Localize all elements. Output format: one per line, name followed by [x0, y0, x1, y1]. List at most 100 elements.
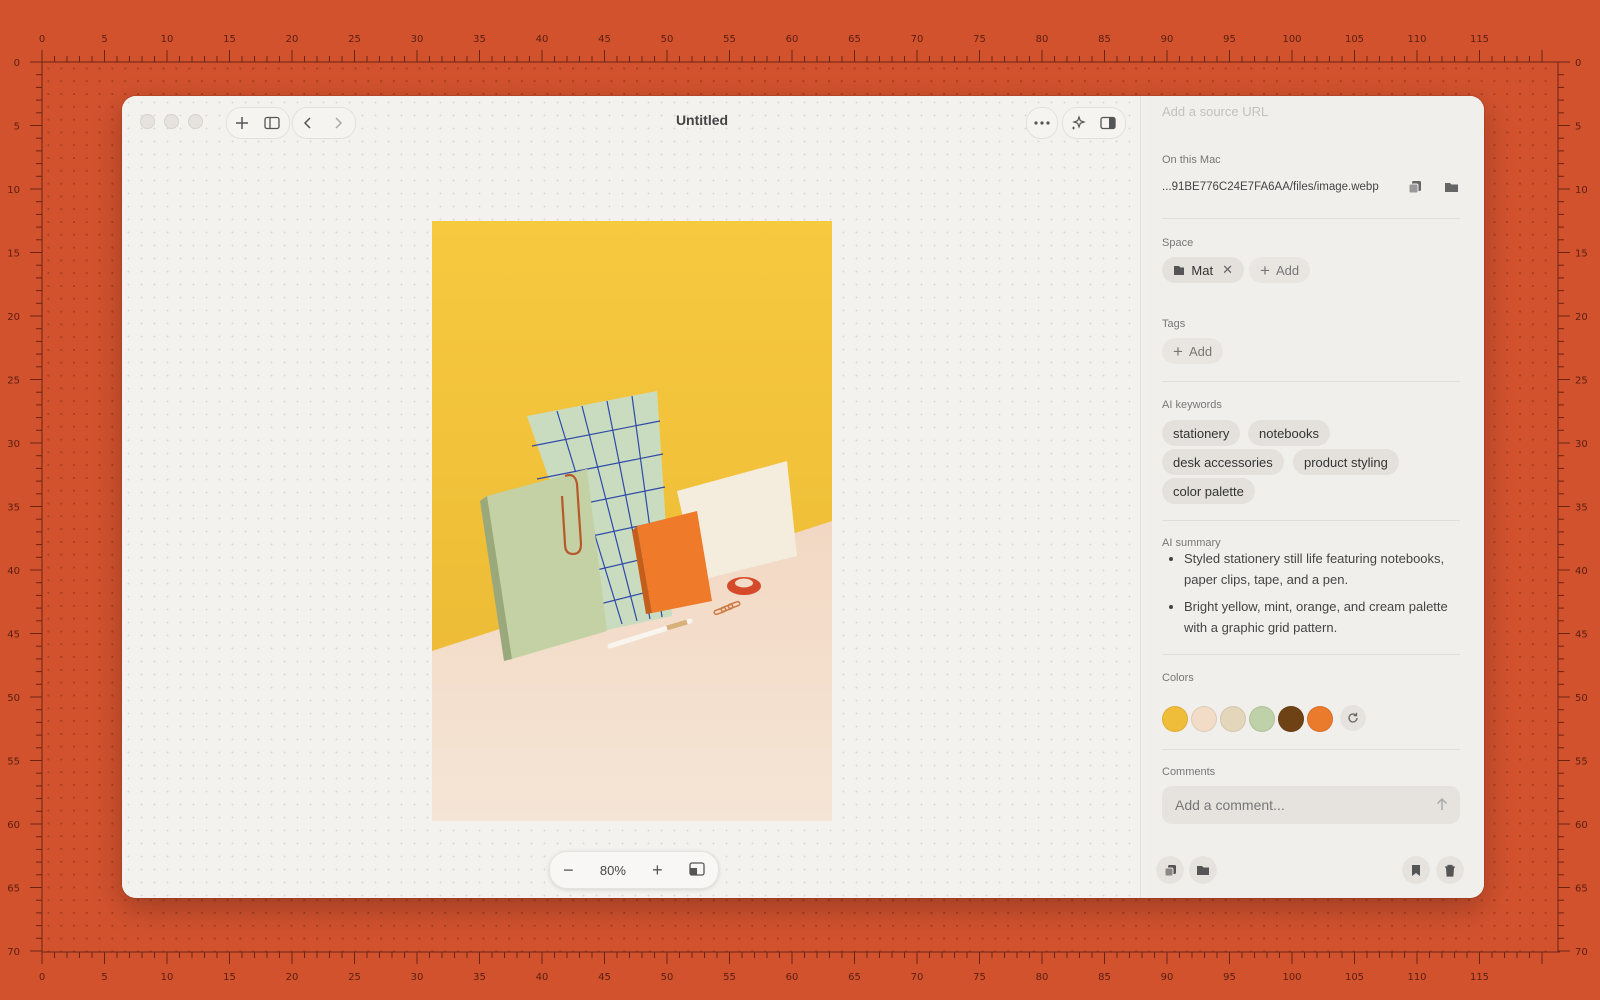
ruler-label: 5 [1575, 122, 1581, 133]
ruler-label: 20 [286, 34, 299, 45]
ruler-label: 55 [723, 972, 736, 983]
more-button[interactable] [1026, 107, 1058, 139]
ruler-label: 5 [101, 972, 107, 983]
space-chip[interactable]: Mat ✕ [1162, 257, 1244, 283]
ruler-label: 70 [1575, 947, 1588, 958]
ruler-label: 35 [473, 34, 486, 45]
keyword-chip[interactable]: stationery [1162, 420, 1241, 446]
source-url-input[interactable]: Add a source URL [1162, 104, 1268, 119]
fit-to-screen-icon[interactable] [689, 861, 705, 879]
ruler-label: 40 [536, 972, 549, 983]
ruler-label: 90 [1161, 34, 1174, 45]
bookmark-icon[interactable] [1402, 856, 1430, 884]
copy-icon[interactable] [1156, 856, 1184, 884]
space-chip-label: Mat [1191, 262, 1214, 278]
ruler-label: 65 [1575, 884, 1588, 895]
stationery-photo-svg [432, 221, 832, 821]
trash-icon[interactable] [1436, 856, 1464, 884]
reveal-folder-icon[interactable] [1444, 180, 1459, 198]
ruler-label: 65 [848, 34, 861, 45]
ruler-label: 60 [786, 972, 799, 983]
ruler-label: 0 [1575, 58, 1581, 69]
ruler-label: 75 [973, 972, 986, 983]
color-swatch[interactable] [1191, 706, 1217, 732]
ruler-label: 85 [1098, 972, 1111, 983]
ruler-label: 25 [7, 376, 20, 387]
inspector-panel: Add a source URL On this Mac ...91BE776C… [1146, 96, 1484, 898]
ruler-label: 30 [411, 972, 424, 983]
toolbar: Untitled [122, 96, 1140, 148]
ruler-label: 80 [1036, 972, 1049, 983]
ellipsis-icon [1027, 108, 1057, 138]
keyword-chip[interactable]: product styling [1293, 449, 1399, 475]
tags-label: Tags [1162, 318, 1186, 330]
add-tag-button[interactable]: + Add [1162, 338, 1224, 364]
ruler-label: 25 [1575, 376, 1588, 387]
ruler-label: 105 [1345, 34, 1364, 45]
divider [1162, 749, 1460, 750]
divider [1162, 218, 1460, 219]
ruler-label: 10 [1575, 185, 1588, 196]
refresh-colors-icon[interactable] [1340, 705, 1366, 731]
ruler-label: 105 [1345, 972, 1364, 983]
ruler-label: 20 [7, 312, 20, 323]
ruler-label: 30 [411, 34, 424, 45]
remove-space-icon[interactable]: ✕ [1222, 262, 1233, 278]
comment-field[interactable]: Add a comment... [1162, 786, 1460, 824]
right-tools-group [1062, 107, 1126, 139]
ruler-label: 10 [7, 185, 20, 196]
image-canvas[interactable]: Untitled − 80% + [122, 96, 1141, 898]
ruler-label: 10 [161, 972, 174, 983]
keyword-chip[interactable]: color palette [1162, 478, 1255, 504]
folder-icon [1174, 266, 1185, 275]
ruler-label: 115 [1470, 34, 1489, 45]
folder-icon[interactable] [1189, 856, 1217, 884]
color-swatch[interactable] [1220, 706, 1246, 732]
ruler-label: 35 [1575, 503, 1588, 514]
keyword-chip[interactable]: notebooks [1248, 420, 1330, 446]
keyword-chip[interactable]: desk accessories [1162, 449, 1284, 475]
copy-path-icon[interactable] [1408, 180, 1422, 199]
ruler-label: 55 [723, 34, 736, 45]
ruler-label: 80 [1036, 34, 1049, 45]
add-space-button[interactable]: + Add [1249, 257, 1311, 283]
ruler-label: 55 [1575, 757, 1588, 768]
zoom-in-button[interactable]: + [652, 860, 663, 881]
color-swatch[interactable] [1307, 706, 1333, 732]
ruler-label: 45 [598, 972, 611, 983]
divider [1162, 654, 1460, 655]
color-swatch[interactable] [1249, 706, 1275, 732]
color-swatch[interactable] [1278, 706, 1304, 732]
ruler-label: 5 [14, 122, 20, 133]
ruler-label: 40 [1575, 566, 1588, 577]
add-tag-label: Add [1188, 343, 1213, 359]
inspector-icon[interactable] [1093, 108, 1123, 138]
color-swatch[interactable] [1162, 706, 1188, 732]
ruler-label: 45 [7, 630, 20, 641]
ruler-label: 75 [973, 34, 986, 45]
summary-item: Styled stationery still life featuring n… [1184, 548, 1474, 590]
ruler-label: 95 [1223, 972, 1236, 983]
ruler-label: 60 [1575, 820, 1588, 831]
stationery-photo [432, 221, 832, 821]
ruler-label: 20 [1575, 312, 1588, 323]
plus-icon: + [1260, 260, 1270, 280]
ruler-label: 40 [536, 34, 549, 45]
ruler-label: 35 [7, 503, 20, 514]
comment-placeholder: Add a comment... [1175, 797, 1285, 813]
ruler-label: 30 [7, 439, 20, 450]
on-this-mac-label: On this Mac [1162, 154, 1221, 166]
ruler-label: 40 [7, 566, 20, 577]
ruler-label: 10 [161, 34, 174, 45]
ruler-label: 15 [223, 972, 236, 983]
sparkles-icon[interactable] [1063, 108, 1093, 138]
ruler-label: 20 [286, 972, 299, 983]
comments-label: Comments [1162, 766, 1216, 778]
zoom-level: 80% [599, 862, 626, 878]
ruler-label: 70 [7, 947, 20, 958]
ruler-label: 55 [7, 757, 20, 768]
zoom-out-button[interactable]: − [563, 860, 574, 881]
ai-summary-list: Styled stationery still life featuring n… [1162, 548, 1474, 638]
ruler-label: 0 [39, 972, 45, 983]
send-comment-icon[interactable] [1436, 797, 1448, 816]
